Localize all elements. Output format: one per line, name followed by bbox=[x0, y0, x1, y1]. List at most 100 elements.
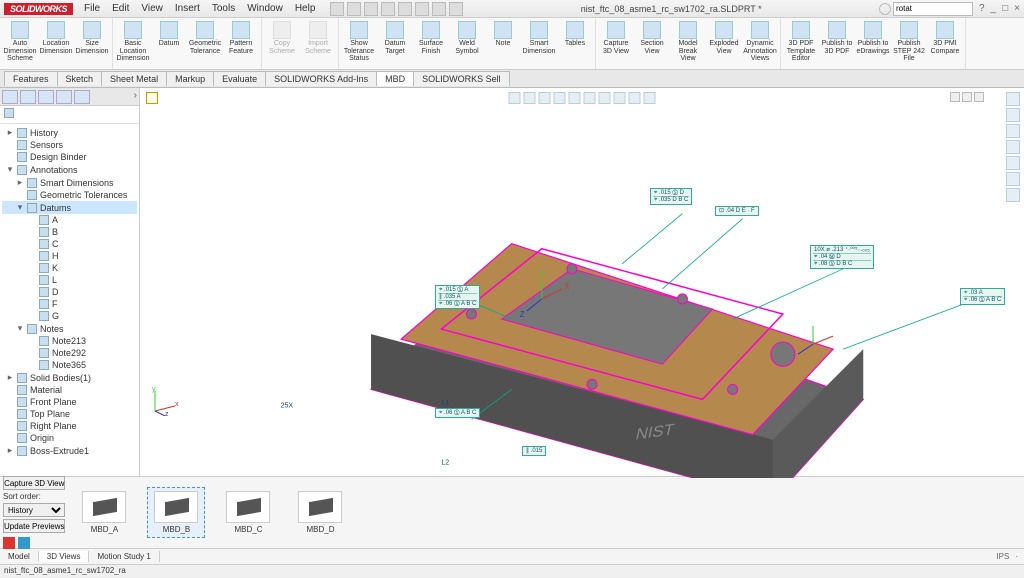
ribbon-weld-symbol[interactable]: Weld Symbol bbox=[450, 20, 484, 67]
ribbon-size-dimension[interactable]: Size Dimension bbox=[75, 20, 109, 67]
rebuild-icon[interactable] bbox=[432, 2, 446, 16]
tab-features[interactable]: Features bbox=[4, 71, 58, 86]
tab-solidworks-sell[interactable]: SOLIDWORKS Sell bbox=[413, 71, 510, 86]
tree-front-plane[interactable]: Front Plane bbox=[2, 396, 137, 408]
ribbon-datum-target[interactable]: Datum Target bbox=[378, 20, 412, 67]
open-icon[interactable] bbox=[347, 2, 361, 16]
capture-3d-view-button[interactable]: Capture 3D View bbox=[3, 476, 65, 490]
tree-origin[interactable]: Origin bbox=[2, 432, 137, 444]
tree-notes[interactable]: ▾Notes bbox=[2, 322, 137, 335]
ribbon-model-break-view[interactable]: Model Break View bbox=[671, 20, 705, 67]
maximize-icon[interactable]: □ bbox=[1002, 3, 1008, 14]
search-input[interactable] bbox=[893, 2, 973, 16]
new-icon[interactable] bbox=[330, 2, 344, 16]
display-tab-icon[interactable] bbox=[74, 90, 90, 104]
ribbon-exploded-view[interactable]: Exploded View bbox=[707, 20, 741, 67]
tree-boss-extrude1[interactable]: ▸Boss-Extrude1 bbox=[2, 444, 137, 457]
ribbon-tables[interactable]: Tables bbox=[558, 20, 592, 67]
menu-window[interactable]: Window bbox=[242, 1, 288, 16]
ribbon-dynamic-annotation-views[interactable]: Dynamic Annotation Views bbox=[743, 20, 777, 67]
tree-material-not-specified-[interactable]: Material bbox=[2, 384, 137, 396]
tree-f[interactable]: F bbox=[2, 298, 137, 310]
tree-d[interactable]: D bbox=[2, 286, 137, 298]
gdt-callout-0[interactable]: ⌖ .015 Ⓢ D⌖ .035 D B C bbox=[650, 188, 692, 205]
status-tab-motion-study-1[interactable]: Motion Study 1 bbox=[89, 551, 159, 562]
tree-l[interactable]: L bbox=[2, 274, 137, 286]
view-thumb-mbd_a[interactable]: MBD_A bbox=[75, 487, 133, 538]
filter-icon[interactable] bbox=[4, 108, 14, 118]
help-icon[interactable]: ? bbox=[979, 3, 985, 14]
gdt-callout-4[interactable]: ⌖ .015 Ⓢ A∥ .035 A⌖ .06 Ⓢ A B C bbox=[435, 285, 480, 309]
options-icon[interactable] bbox=[449, 2, 463, 16]
tab-sketch[interactable]: Sketch bbox=[57, 71, 103, 86]
tree-note213[interactable]: Note213 bbox=[2, 335, 137, 347]
graphics-viewport[interactable]: NIST X Y Z bbox=[140, 88, 1024, 476]
gdt-callout-5[interactable]: ⌖ .06 Ⓢ A B C bbox=[435, 408, 480, 418]
menu-insert[interactable]: Insert bbox=[170, 1, 205, 16]
tree-a[interactable]: A bbox=[2, 214, 137, 226]
ribbon-publish-to-3d-pdf[interactable]: Publish to 3D PDF bbox=[820, 20, 854, 67]
tab-solidworks-add-ins[interactable]: SOLIDWORKS Add-Ins bbox=[265, 71, 377, 86]
tree-c[interactable]: C bbox=[2, 238, 137, 250]
tree-top-plane[interactable]: Top Plane bbox=[2, 408, 137, 420]
tree-smart-dimensions[interactable]: ▸Smart Dimensions bbox=[2, 176, 137, 189]
tab-evaluate[interactable]: Evaluate bbox=[213, 71, 266, 86]
tree-right-plane[interactable]: Right Plane bbox=[2, 420, 137, 432]
view-thumb-mbd_c[interactable]: MBD_C bbox=[219, 487, 277, 538]
gdt-callout-6[interactable]: ∥ .015 bbox=[522, 446, 546, 456]
ribbon-show-tolerance-status[interactable]: Show Tolerance Status bbox=[342, 20, 376, 67]
ribbon-capture-3d-view[interactable]: Capture 3D View bbox=[599, 20, 633, 67]
tree-design-binder[interactable]: Design Binder bbox=[2, 151, 137, 163]
status-tab-3d-views[interactable]: 3D Views bbox=[39, 551, 90, 562]
tree-h[interactable]: H bbox=[2, 250, 137, 262]
tree-b[interactable]: B bbox=[2, 226, 137, 238]
print-icon[interactable] bbox=[381, 2, 395, 16]
ribbon-note[interactable]: Note bbox=[486, 20, 520, 67]
menu-file[interactable]: File bbox=[79, 1, 105, 16]
sort-order-select[interactable]: History bbox=[3, 503, 65, 517]
tab-markup[interactable]: Markup bbox=[166, 71, 214, 86]
update-previews-button[interactable]: Update Previews bbox=[3, 519, 65, 533]
ribbon-auto-dimension-scheme[interactable]: Auto Dimension Scheme bbox=[3, 20, 37, 67]
tree-note292[interactable]: Note292 bbox=[2, 347, 137, 359]
property-tab-icon[interactable] bbox=[20, 90, 36, 104]
redo-icon[interactable] bbox=[415, 2, 429, 16]
ribbon-3d-pdf-template-editor[interactable]: 3D PDF Template Editor bbox=[784, 20, 818, 67]
status-tab-model[interactable]: Model bbox=[0, 551, 39, 562]
panel-collapse-icon[interactable]: › bbox=[134, 90, 137, 103]
ribbon-section-view[interactable]: Section View bbox=[635, 20, 669, 67]
tree-k[interactable]: K bbox=[2, 262, 137, 274]
dimxpert-tab-icon[interactable] bbox=[56, 90, 72, 104]
tree-sensors[interactable]: Sensors bbox=[2, 139, 137, 151]
menu-tools[interactable]: Tools bbox=[207, 1, 240, 16]
ribbon-publish-to-edrawings[interactable]: Publish to eDrawings bbox=[856, 20, 890, 67]
tree-g[interactable]: G bbox=[2, 310, 137, 322]
edrawings-icon[interactable] bbox=[18, 537, 30, 549]
ribbon-geometric-tolerance[interactable]: Geometric Tolerance bbox=[188, 20, 222, 67]
menu-help[interactable]: Help bbox=[290, 1, 321, 16]
config-tab-icon[interactable] bbox=[38, 90, 54, 104]
minimize-icon[interactable]: _ bbox=[991, 3, 997, 14]
gdt-callout-3[interactable]: ⌖ .03 A⌖ .06 Ⓢ A B C bbox=[960, 288, 1005, 305]
tree-geometric-tolerances[interactable]: Geometric Tolerances bbox=[2, 189, 137, 201]
ribbon-pattern-feature[interactable]: Pattern Feature bbox=[224, 20, 258, 67]
axis-triad[interactable]: x y z bbox=[150, 386, 180, 416]
view-thumb-mbd_d[interactable]: MBD_D bbox=[291, 487, 349, 538]
ribbon-smart-dimension[interactable]: Smart Dimension bbox=[522, 20, 556, 67]
view-thumb-mbd_b[interactable]: MBD_B bbox=[147, 487, 205, 538]
ribbon-3d-pmi-compare[interactable]: 3D PMI Compare bbox=[928, 20, 962, 67]
ribbon-datum[interactable]: Datum bbox=[152, 20, 186, 67]
menu-view[interactable]: View bbox=[136, 1, 168, 16]
tree-datums[interactable]: ▾Datums bbox=[2, 201, 137, 214]
units-label[interactable]: IPS bbox=[996, 552, 1009, 561]
tab-sheet-metal[interactable]: Sheet Metal bbox=[101, 71, 167, 86]
tree-solid-bodies-1-[interactable]: ▸Solid Bodies(1) bbox=[2, 371, 137, 384]
gdt-callout-1[interactable]: ⊡ .04 D E · F bbox=[715, 206, 759, 216]
close-icon[interactable]: × bbox=[1014, 3, 1020, 14]
ribbon-location-dimension[interactable]: Location Dimension bbox=[39, 20, 73, 67]
menu-edit[interactable]: Edit bbox=[107, 1, 134, 16]
ribbon-surface-finish[interactable]: Surface Finish bbox=[414, 20, 448, 67]
ribbon-basic-location-dimension[interactable]: Basic Location Dimension bbox=[116, 20, 150, 67]
tree-annotations[interactable]: ▾Annotations bbox=[2, 163, 137, 176]
fm-tree-tab-icon[interactable] bbox=[2, 90, 18, 104]
